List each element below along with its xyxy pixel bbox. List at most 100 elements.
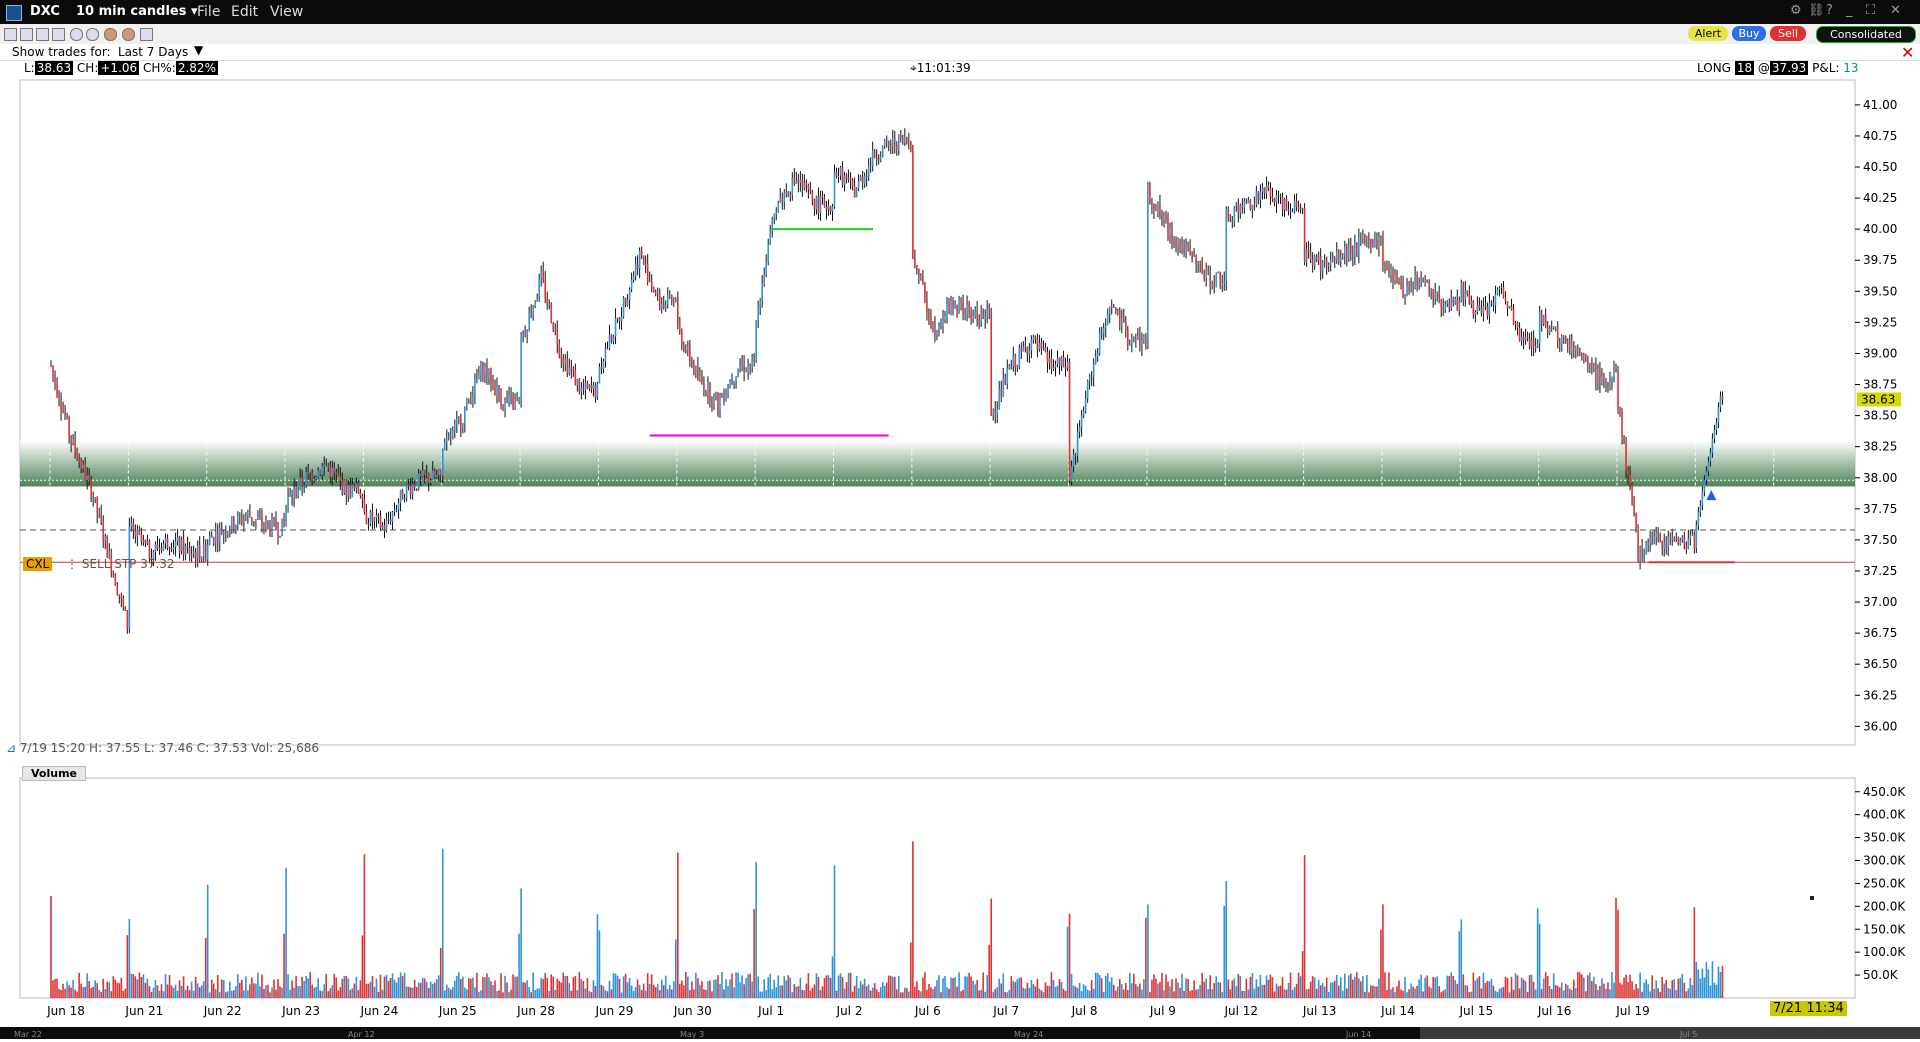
candle-body — [52, 366, 54, 374]
volume-bar — [329, 988, 332, 998]
candle-body — [751, 359, 753, 368]
candle-body — [1193, 253, 1195, 256]
cancel-order-button[interactable]: CXL — [23, 557, 53, 571]
candle-body — [691, 361, 693, 365]
candle-body — [1564, 335, 1567, 344]
order-handle-icon[interactable]: ⋮ — [66, 557, 78, 571]
candle-body — [512, 396, 514, 408]
overview-window[interactable] — [1420, 1027, 1920, 1039]
candle-body — [226, 531, 229, 535]
trades-filter-select[interactable]: Last 7 Days — [118, 45, 188, 59]
candle-body — [122, 597, 125, 608]
volume-bar — [1633, 989, 1635, 998]
candle-body — [1462, 283, 1465, 300]
volume-bar — [1681, 973, 1684, 998]
volume-bar — [1086, 989, 1089, 998]
menu-edit[interactable]: Edit — [231, 4, 258, 20]
minimize-icon[interactable]: _ — [1846, 3, 1853, 18]
candle-body — [576, 379, 579, 386]
volume-bar — [1593, 976, 1595, 998]
help-icon[interactable]: ? — [1826, 3, 1833, 18]
volume-bar — [1619, 982, 1621, 998]
volume-bar — [498, 990, 500, 998]
volume-bar — [226, 991, 229, 998]
volume-bar — [1181, 973, 1183, 998]
crosshair-icon[interactable] — [104, 28, 117, 41]
volume-bar — [66, 981, 68, 998]
candle-body — [200, 556, 203, 560]
settings-icon[interactable]: ⚙ — [1790, 3, 1802, 18]
price-panel[interactable] — [19, 79, 1856, 746]
volume-bar — [982, 972, 984, 998]
volume-bar — [1090, 980, 1093, 998]
volume-bar — [681, 980, 683, 998]
candle-body — [375, 515, 378, 518]
zoom-out-icon[interactable] — [86, 28, 99, 41]
price-tick-label: 37.75 — [1863, 502, 1897, 516]
menu-file[interactable]: File — [197, 4, 220, 20]
sell-button[interactable]: Sell — [1770, 26, 1806, 41]
candle-body — [1299, 208, 1302, 210]
candle-body — [1257, 191, 1260, 200]
link-icon[interactable]: ⛓ — [1808, 3, 1825, 18]
candle-body — [837, 175, 840, 177]
consolidated-toggle[interactable]: Consolidated — [1816, 26, 1916, 43]
candle-body — [966, 304, 968, 315]
buy-button[interactable]: Buy — [1732, 26, 1766, 41]
bar-chart-icon[interactable] — [20, 28, 33, 41]
candle-body — [315, 477, 317, 479]
volume-bar — [1165, 974, 1167, 998]
chart-type-icon[interactable] — [4, 28, 17, 41]
volume-bar — [52, 980, 54, 998]
candle-body — [598, 367, 601, 384]
candle-body — [1601, 376, 1603, 384]
candle-body — [642, 255, 645, 265]
menu-view[interactable]: View — [270, 4, 303, 20]
volume-bar — [170, 985, 173, 998]
candle-body — [1018, 347, 1021, 367]
volume-panel[interactable] — [19, 777, 1856, 999]
volume-bar — [94, 980, 97, 998]
candle-body — [1432, 289, 1434, 299]
candle-body — [1358, 237, 1360, 254]
candle-body — [439, 470, 442, 477]
close-window-icon[interactable]: ✕ — [1890, 3, 1901, 18]
line-icon[interactable] — [52, 28, 65, 41]
candle-icon[interactable] — [36, 28, 49, 41]
alert-button[interactable]: Alert — [1688, 26, 1728, 41]
volume-bar — [102, 978, 105, 998]
candle-body — [403, 498, 406, 500]
volume-bar — [379, 974, 382, 998]
maximize-icon[interactable]: ⛶ — [1866, 3, 1875, 18]
zoom-in-icon[interactable] — [70, 28, 83, 41]
price-chart[interactable]: 41.0040.7540.5040.2540.0039.7539.5039.25… — [0, 60, 1920, 1039]
candle-body — [942, 319, 944, 327]
chevron-down-icon[interactable]: ▼ — [194, 43, 203, 57]
candle-body — [902, 137, 904, 143]
candle-body — [825, 207, 828, 210]
candle-body — [208, 535, 211, 545]
candle-body — [1575, 346, 1577, 351]
symbol-label[interactable]: DXC — [30, 4, 60, 19]
volume-bar — [584, 988, 587, 998]
candle-body — [62, 411, 64, 413]
volume-bar — [1080, 991, 1083, 998]
volume-bar — [825, 975, 828, 998]
volume-bar — [743, 984, 745, 998]
volume-bar — [84, 986, 86, 998]
interval-dropdown[interactable]: 10 min candles ▾ — [76, 4, 198, 19]
candle-body — [960, 300, 962, 303]
volume-bar — [50, 895, 52, 998]
candle-body — [968, 304, 970, 313]
drawing-tool-icon[interactable] — [122, 28, 135, 41]
candle-body — [359, 492, 362, 496]
list-icon[interactable] — [140, 28, 153, 41]
candle-body — [996, 409, 999, 414]
chart-area[interactable]: 41.00 40.75 40.50 40.25 40.00 39.75 39.50 39.25… — [0, 60, 1920, 1039]
candle-body — [1611, 376, 1613, 381]
candle-body — [321, 466, 324, 475]
volume-bar — [703, 989, 705, 998]
candle-body — [1139, 335, 1141, 347]
candle-body — [1558, 341, 1561, 348]
candle-body — [1544, 315, 1547, 327]
